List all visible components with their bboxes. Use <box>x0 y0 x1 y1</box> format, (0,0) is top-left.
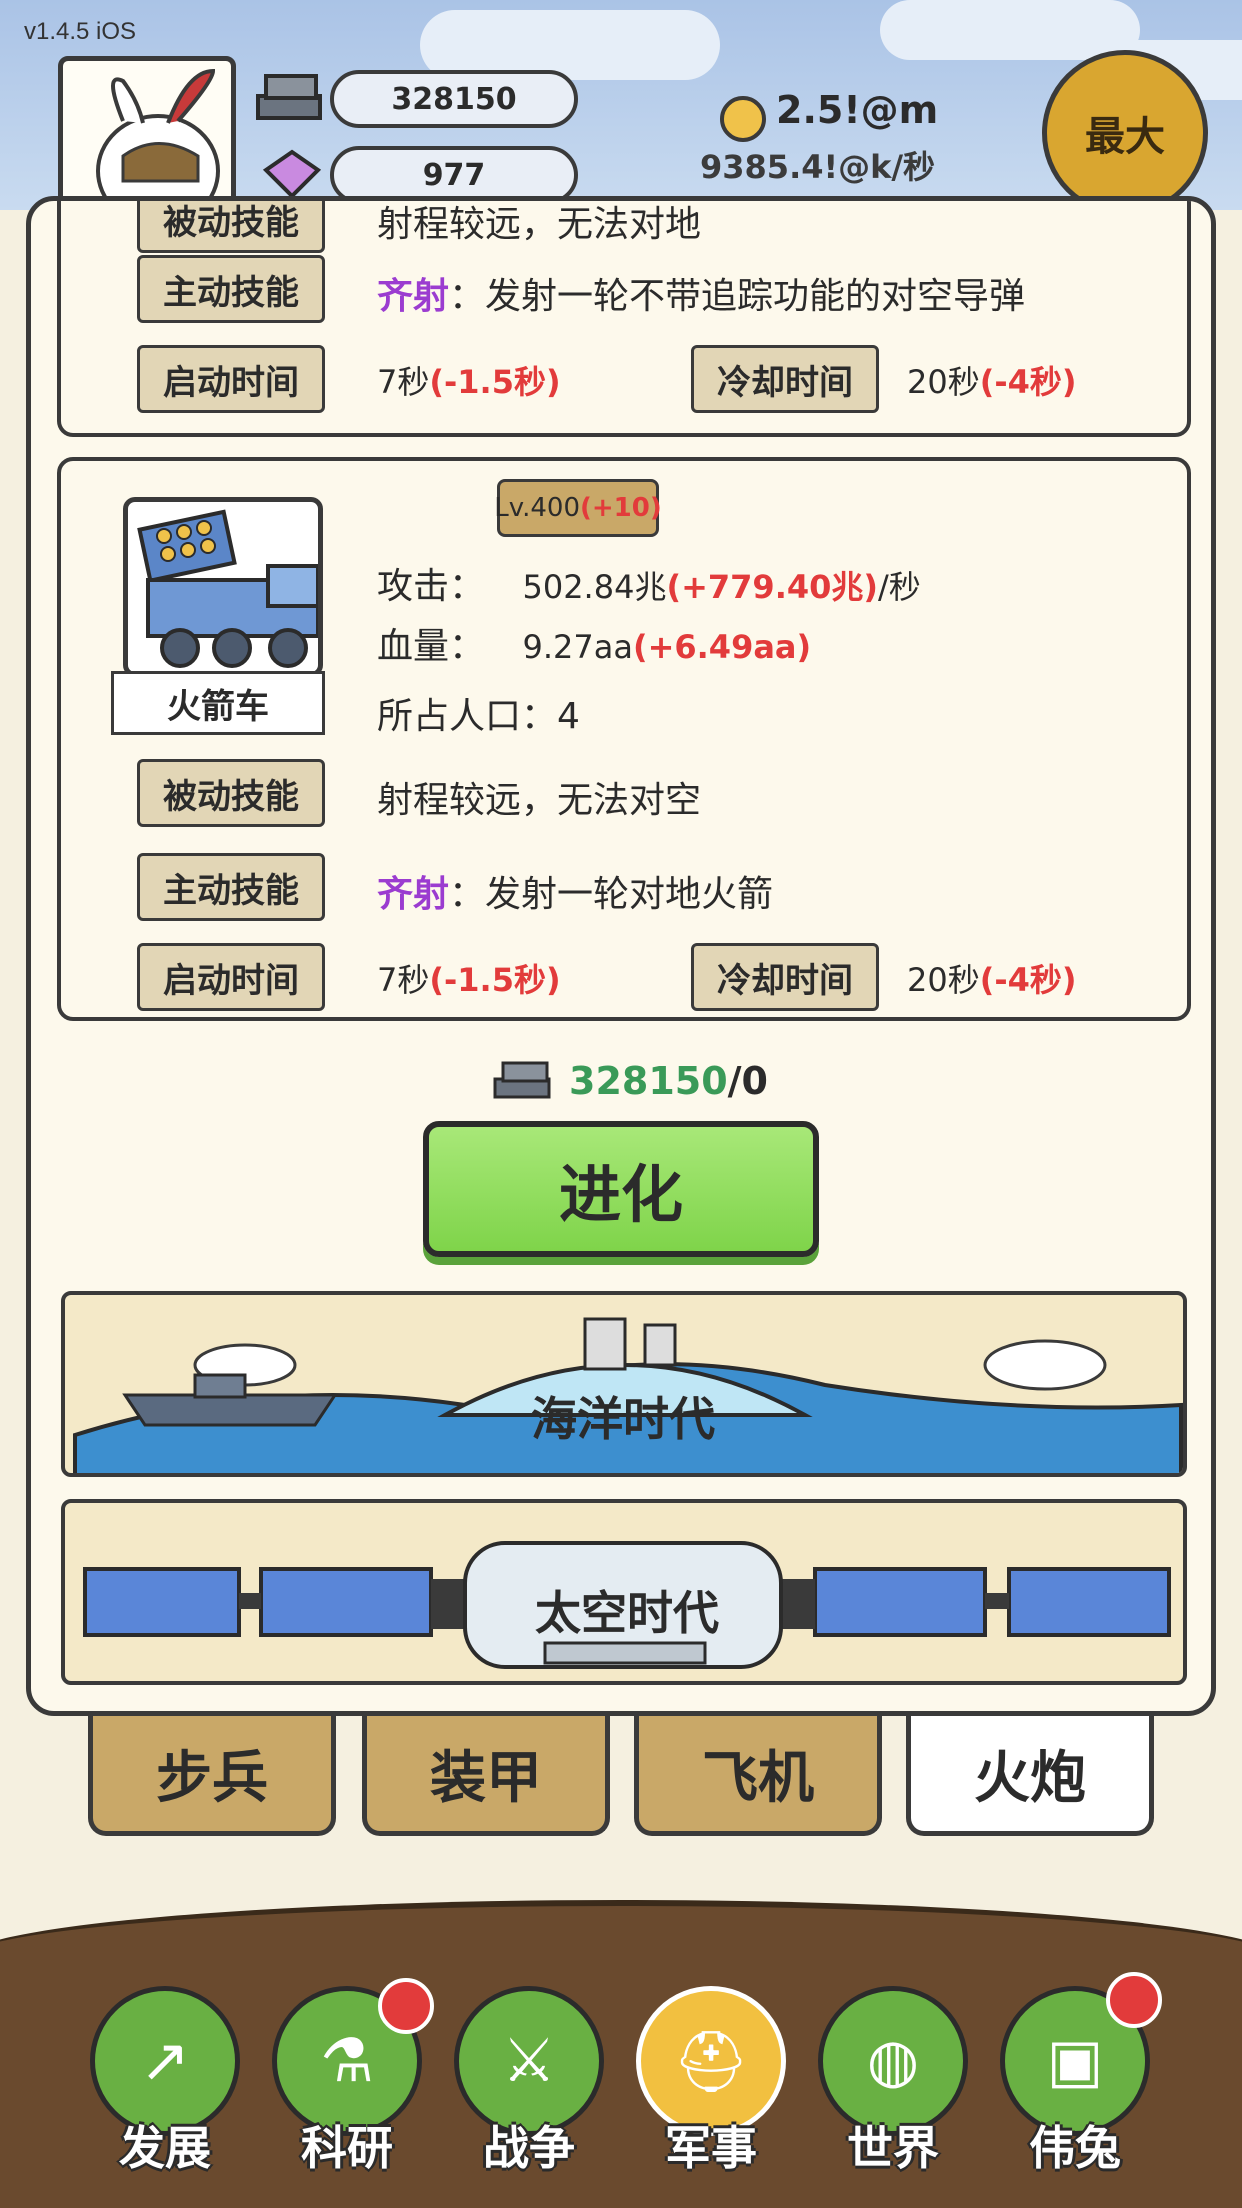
evolve-button[interactable]: 进化 <box>423 1121 819 1257</box>
player-avatar[interactable] <box>58 56 236 206</box>
active-skill-name: 齐射 <box>377 874 450 915</box>
passive-skill-tag: 被动技能 <box>137 201 325 253</box>
unit-portrait <box>123 497 323 677</box>
era-ocean-banner[interactable]: 海洋时代 <box>61 1291 1187 1477</box>
era-ocean-label: 海洋时代 <box>531 1392 715 1446</box>
nav-world-label: 世界 <box>847 2121 939 2175</box>
iron-ingot-icon <box>493 1061 551 1099</box>
start-time-bonus: (-1.5秒) <box>429 961 561 999</box>
nav-develop[interactable]: ↗ 发展 <box>88 1986 242 2196</box>
cooldown-bonus: (-4秒) <box>979 363 1077 401</box>
coin-rate: 9385.4!@k/秒 <box>700 148 936 186</box>
tab-infantry[interactable]: 步兵 <box>88 1716 336 1836</box>
unit-name: 火箭车 <box>111 671 325 735</box>
cooldown-bonus: (-4秒) <box>979 961 1077 999</box>
level-value: Lv.400 <box>494 493 581 523</box>
top-hud: v1.4.5 iOS 328150 977 2.5!@m 9385.4!@k/秒… <box>0 0 1242 210</box>
notification-dot <box>1106 1972 1162 2028</box>
active-skill-tag: 主动技能 <box>137 255 325 323</box>
cooldown-line: 20秒(-4秒) <box>907 955 1077 1001</box>
nav-war[interactable]: ⚔ 战争 <box>452 1986 606 2196</box>
cooldown-value: 20秒 <box>907 363 980 401</box>
attack-unit: /秒 <box>878 568 921 606</box>
start-time-value: 7秒 <box>377 961 430 999</box>
cooldown-line: 20秒(-4秒) <box>907 357 1077 403</box>
attack-value: 502.84兆 <box>522 568 667 606</box>
coin-icon <box>720 96 766 142</box>
max-button[interactable]: 最大 <box>1042 50 1208 210</box>
active-skill-line: 齐射：发射一轮不带追踪功能的对空导弹 <box>377 267 1025 319</box>
level-badge: Lv.400 (+10) <box>494 479 662 537</box>
active-skill-name: 齐射 <box>377 276 450 317</box>
hp-label: 血量： <box>377 626 486 667</box>
passive-skill-tag: 被动技能 <box>137 759 325 827</box>
passive-skill-text: 射程较远，无法对空 <box>377 780 702 821</box>
population-text: 所占人口：4 <box>377 696 580 737</box>
iron-ingot-icon <box>256 74 322 120</box>
cloud <box>880 0 1140 60</box>
attack-bonus: (+779.40兆) <box>666 568 879 606</box>
iron-amount: 328150 <box>330 70 578 128</box>
version-label: v1.4.5 iOS <box>24 18 137 45</box>
nav-military-label: 军事 <box>665 2121 757 2175</box>
active-skill-line: 齐射：发射一轮对地火箭 <box>377 865 773 917</box>
start-time-line: 7秒(-1.5秒) <box>377 357 561 403</box>
unit-card-rocket-truck[interactable]: Lv.400(+10) 火箭车 攻击： 502.84兆(+779.40兆)/秒 <box>57 457 1191 1021</box>
cooldown-value: 20秒 <box>907 961 980 999</box>
unit-card-previous: 被动技能 射程较远，无法对地 主动技能 齐射：发射一轮不带追踪功能的对空导弹 启… <box>57 201 1191 437</box>
nav-military[interactable]: ⛑ 军事 <box>634 1986 788 2196</box>
nav-research-label: 科研 <box>301 2121 393 2175</box>
start-time-line: 7秒(-1.5秒) <box>377 955 561 1001</box>
level-bonus: (+10) <box>580 493 662 523</box>
hp-line: 血量： 9.27aa(+6.49aa) <box>377 617 811 669</box>
notification-dot <box>378 1978 434 2034</box>
era-space-label: 太空时代 <box>535 1586 719 1640</box>
cooldown-tag: 冷却时间 <box>691 345 879 413</box>
cost-need: /0 <box>727 1059 768 1103</box>
start-time-bonus: (-1.5秒) <box>429 363 561 401</box>
start-time-value: 7秒 <box>377 363 430 401</box>
era-space-banner[interactable]: 太空时代 <box>61 1499 1187 1685</box>
nav-world[interactable]: ◍ 世界 <box>816 1986 970 2196</box>
active-skill-tag: 主动技能 <box>137 853 325 921</box>
cooldown-tag: 冷却时间 <box>691 943 879 1011</box>
nav-war-label: 战争 <box>483 2121 575 2175</box>
rabbit-avatar-icon <box>96 68 220 201</box>
start-time-tag: 启动时间 <box>137 345 325 413</box>
hp-value: 9.27aa <box>522 628 633 666</box>
attack-line: 攻击： 502.84兆(+779.40兆)/秒 <box>377 557 921 609</box>
evolve-cost: 328150/0 <box>491 1059 768 1103</box>
nav-rabbit-label: 伟兔 <box>1029 2121 1121 2175</box>
coin-total: 2.5!@m <box>776 88 939 132</box>
passive-skill-text: 射程较远，无法对地 <box>377 204 702 245</box>
tab-armor[interactable]: 装甲 <box>362 1716 610 1836</box>
tab-aircraft[interactable]: 飞机 <box>634 1716 882 1836</box>
rocket-truck-icon <box>137 509 318 668</box>
active-skill-desc: ：发射一轮对地火箭 <box>449 874 774 915</box>
active-skill-desc: ：发射一轮不带追踪功能的对空导弹 <box>449 276 1026 317</box>
attack-label: 攻击： <box>377 566 486 607</box>
start-time-tag: 启动时间 <box>137 943 325 1011</box>
gem-icon <box>262 149 322 198</box>
tab-artillery[interactable]: 火炮 <box>906 1716 1154 1836</box>
cost-have: 328150 <box>569 1059 728 1103</box>
nav-develop-label: 发展 <box>119 2121 211 2175</box>
unit-panel: 被动技能 射程较远，无法对地 主动技能 齐射：发射一轮不带追踪功能的对空导弹 启… <box>26 196 1216 1716</box>
hp-bonus: (+6.49aa) <box>632 628 812 666</box>
